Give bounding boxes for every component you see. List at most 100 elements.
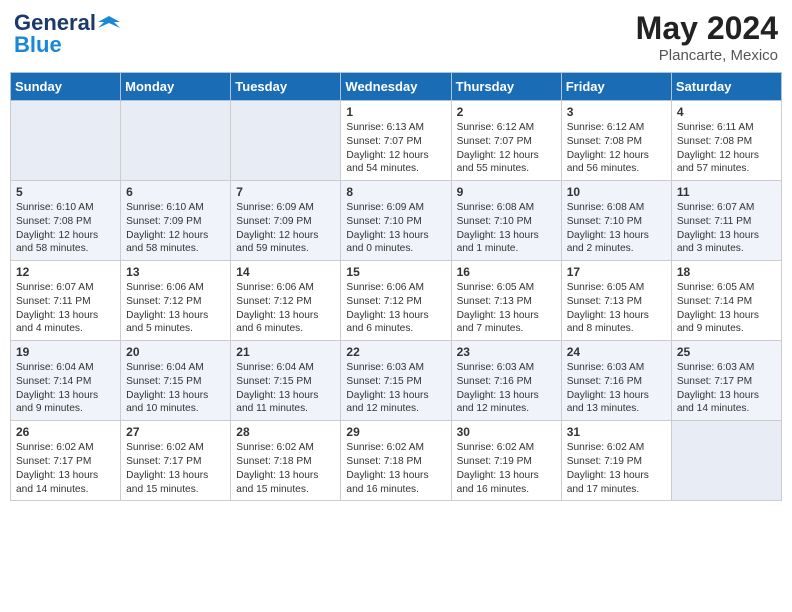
day-number: 3 [567,105,666,119]
day-info: Sunrise: 6:06 AM Sunset: 7:12 PM Dayligh… [236,281,335,336]
day-info: Sunrise: 6:03 AM Sunset: 7:17 PM Dayligh… [677,361,776,416]
calendar-cell [121,101,231,181]
day-info: Sunrise: 6:02 AM Sunset: 7:17 PM Dayligh… [16,441,115,496]
day-info: Sunrise: 6:06 AM Sunset: 7:12 PM Dayligh… [346,281,445,336]
day-number: 26 [16,425,115,439]
day-info: Sunrise: 6:03 AM Sunset: 7:16 PM Dayligh… [457,361,556,416]
day-info: Sunrise: 6:03 AM Sunset: 7:16 PM Dayligh… [567,361,666,416]
day-number: 29 [346,425,445,439]
calendar-cell [671,421,781,501]
day-info: Sunrise: 6:02 AM Sunset: 7:19 PM Dayligh… [567,441,666,496]
day-info: Sunrise: 6:07 AM Sunset: 7:11 PM Dayligh… [16,281,115,336]
calendar-cell: 15 Sunrise: 6:06 AM Sunset: 7:12 PM Dayli… [341,261,451,341]
day-number: 9 [457,185,556,199]
day-number: 11 [677,185,776,199]
day-number: 19 [16,345,115,359]
day-info: Sunrise: 6:02 AM Sunset: 7:18 PM Dayligh… [346,441,445,496]
month-title: May 2024 [636,10,778,47]
day-info: Sunrise: 6:04 AM Sunset: 7:14 PM Dayligh… [16,361,115,416]
day-info: Sunrise: 6:08 AM Sunset: 7:10 PM Dayligh… [457,201,556,256]
logo-bird-icon [98,12,120,34]
weekday-header-monday: Monday [121,73,231,101]
calendar-cell: 21 Sunrise: 6:04 AM Sunset: 7:15 PM Dayli… [231,341,341,421]
day-number: 15 [346,265,445,279]
calendar-cell: 16Sunrise: 6:05 AM Sunset: 7:13 PM Dayli… [451,261,561,341]
day-info: Sunrise: 6:04 AM Sunset: 7:15 PM Dayligh… [126,361,225,416]
day-number: 10 [567,185,666,199]
day-number: 20 [126,345,225,359]
calendar-cell: 12 Sunrise: 6:07 AM Sunset: 7:11 PM Dayli… [11,261,121,341]
day-info: Sunrise: 6:09 AM Sunset: 7:10 PM Dayligh… [346,201,445,256]
calendar-cell: 26 Sunrise: 6:02 AM Sunset: 7:17 PM Dayli… [11,421,121,501]
calendar-cell: 7 Sunrise: 6:09 AM Sunset: 7:09 PM Daylig… [231,181,341,261]
weekday-header-friday: Friday [561,73,671,101]
location-subtitle: Plancarte, Mexico [636,47,778,64]
day-info: Sunrise: 6:12 AM Sunset: 7:07 PM Dayligh… [457,121,556,176]
calendar-cell: 1Sunrise: 6:13 AM Sunset: 7:07 PM Daylig… [341,101,451,181]
day-number: 12 [16,265,115,279]
day-number: 7 [236,185,335,199]
weekday-header-tuesday: Tuesday [231,73,341,101]
logo-blue: Blue [14,32,62,58]
day-info: Sunrise: 6:12 AM Sunset: 7:08 PM Dayligh… [567,121,666,176]
calendar-cell: 30Sunrise: 6:02 AM Sunset: 7:19 PM Dayli… [451,421,561,501]
day-info: Sunrise: 6:10 AM Sunset: 7:08 PM Dayligh… [16,201,115,256]
day-info: Sunrise: 6:11 AM Sunset: 7:08 PM Dayligh… [677,121,776,176]
weekday-header-wednesday: Wednesday [341,73,451,101]
day-number: 24 [567,345,666,359]
calendar-cell: 24 Sunrise: 6:03 AM Sunset: 7:16 PM Dayli… [561,341,671,421]
calendar-cell: 19 Sunrise: 6:04 AM Sunset: 7:14 PM Dayli… [11,341,121,421]
calendar-cell: 23Sunrise: 6:03 AM Sunset: 7:16 PM Dayli… [451,341,561,421]
week-row-2: 5Sunrise: 6:10 AM Sunset: 7:08 PM Daylig… [11,181,782,261]
calendar-cell: 4 Sunrise: 6:11 AM Sunset: 7:08 PM Daylig… [671,101,781,181]
week-row-1: 1Sunrise: 6:13 AM Sunset: 7:07 PM Daylig… [11,101,782,181]
calendar-cell: 2 Sunrise: 6:12 AM Sunset: 7:07 PM Daylig… [451,101,561,181]
day-number: 17 [567,265,666,279]
day-info: Sunrise: 6:13 AM Sunset: 7:07 PM Dayligh… [346,121,445,176]
page-header: General Blue May 2024 Plancarte, Mexico [10,10,782,64]
calendar-cell: 25Sunrise: 6:03 AM Sunset: 7:17 PM Dayli… [671,341,781,421]
day-number: 4 [677,105,776,119]
calendar-cell: 3 Sunrise: 6:12 AM Sunset: 7:08 PM Daylig… [561,101,671,181]
day-number: 6 [126,185,225,199]
day-number: 27 [126,425,225,439]
day-info: Sunrise: 6:07 AM Sunset: 7:11 PM Dayligh… [677,201,776,256]
day-info: Sunrise: 6:06 AM Sunset: 7:12 PM Dayligh… [126,281,225,336]
day-info: Sunrise: 6:02 AM Sunset: 7:18 PM Dayligh… [236,441,335,496]
day-number: 22 [346,345,445,359]
day-info: Sunrise: 6:04 AM Sunset: 7:15 PM Dayligh… [236,361,335,416]
week-row-5: 26 Sunrise: 6:02 AM Sunset: 7:17 PM Dayli… [11,421,782,501]
day-number: 16 [457,265,556,279]
calendar-cell: 28Sunrise: 6:02 AM Sunset: 7:18 PM Dayli… [231,421,341,501]
calendar-cell: 11 Sunrise: 6:07 AM Sunset: 7:11 PM Dayli… [671,181,781,261]
calendar-cell: 5Sunrise: 6:10 AM Sunset: 7:08 PM Daylig… [11,181,121,261]
calendar-table: SundayMondayTuesdayWednesdayThursdayFrid… [10,72,782,501]
day-info: Sunrise: 6:02 AM Sunset: 7:19 PM Dayligh… [457,441,556,496]
calendar-cell: 13 Sunrise: 6:06 AM Sunset: 7:12 PM Dayli… [121,261,231,341]
week-row-4: 19 Sunrise: 6:04 AM Sunset: 7:14 PM Dayli… [11,341,782,421]
day-number: 2 [457,105,556,119]
weekday-header-row: SundayMondayTuesdayWednesdayThursdayFrid… [11,73,782,101]
day-number: 13 [126,265,225,279]
calendar-cell: 8 Sunrise: 6:09 AM Sunset: 7:10 PM Daylig… [341,181,451,261]
calendar-cell: 31Sunrise: 6:02 AM Sunset: 7:19 PM Dayli… [561,421,671,501]
day-info: Sunrise: 6:10 AM Sunset: 7:09 PM Dayligh… [126,201,225,256]
calendar-cell: 6 Sunrise: 6:10 AM Sunset: 7:09 PM Daylig… [121,181,231,261]
title-block: May 2024 Plancarte, Mexico [636,10,778,64]
weekday-header-sunday: Sunday [11,73,121,101]
calendar-cell: 14Sunrise: 6:06 AM Sunset: 7:12 PM Dayli… [231,261,341,341]
day-info: Sunrise: 6:09 AM Sunset: 7:09 PM Dayligh… [236,201,335,256]
week-row-3: 12 Sunrise: 6:07 AM Sunset: 7:11 PM Dayli… [11,261,782,341]
calendar-cell: 17Sunrise: 6:05 AM Sunset: 7:13 PM Dayli… [561,261,671,341]
day-number: 18 [677,265,776,279]
day-info: Sunrise: 6:02 AM Sunset: 7:17 PM Dayligh… [126,441,225,496]
calendar-cell: 9 Sunrise: 6:08 AM Sunset: 7:10 PM Daylig… [451,181,561,261]
calendar-cell: 22Sunrise: 6:03 AM Sunset: 7:15 PM Dayli… [341,341,451,421]
logo: General Blue [14,10,120,58]
calendar-cell: 18Sunrise: 6:05 AM Sunset: 7:14 PM Dayli… [671,261,781,341]
day-number: 21 [236,345,335,359]
day-number: 8 [346,185,445,199]
calendar-cell: 29 Sunrise: 6:02 AM Sunset: 7:18 PM Dayli… [341,421,451,501]
calendar-cell: 27 Sunrise: 6:02 AM Sunset: 7:17 PM Dayli… [121,421,231,501]
day-info: Sunrise: 6:08 AM Sunset: 7:10 PM Dayligh… [567,201,666,256]
